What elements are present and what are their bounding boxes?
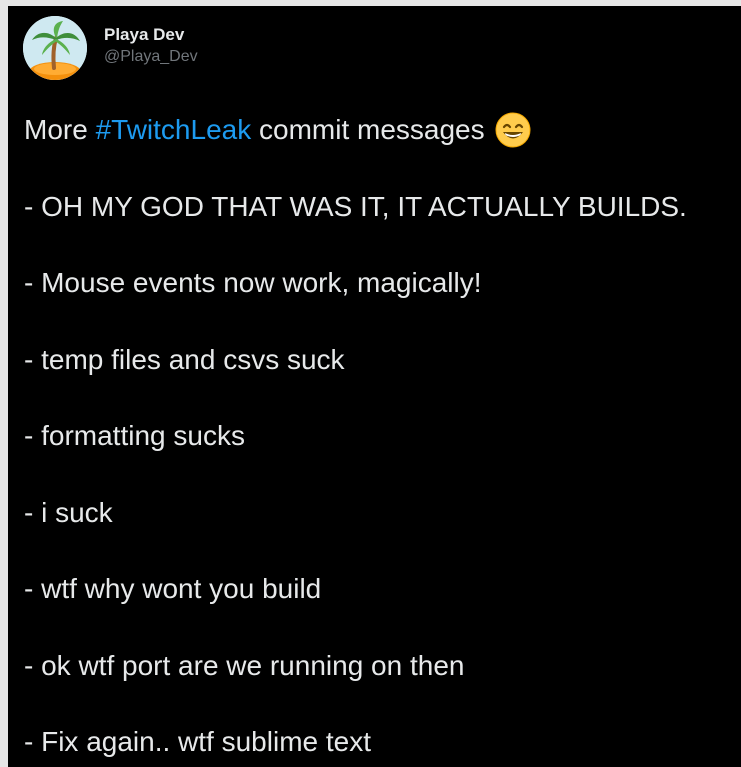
commit-line: - temp files and csvs suck [24,343,345,375]
commit-line: - Mouse events now work, magically! [24,267,482,298]
commit-line: - ok wtf port are we running on then [24,649,465,681]
commit-line: - Fix again.. wtf sublime text [24,726,372,757]
tweet-card: Playa Dev @Playa_Dev More #TwitchLeak co… [8,6,741,767]
tweet-intro-line: More #TwitchLeak commit messages [24,102,741,179]
grinning-face-with-smiling-eyes-icon [495,112,531,148]
intro-suffix: commit messages [259,114,485,145]
tweet-header: Playa Dev @Playa_Dev [23,15,198,81]
commit-line: - i suck [24,496,113,528]
intro-prefix: More [24,114,88,145]
commit-line: - OH MY GOD THAT WAS IT, IT ACTUALLY BUI… [24,190,687,222]
author-handle[interactable]: @Playa_Dev [104,46,198,68]
author-names: Playa Dev @Playa_Dev [104,24,198,68]
author-display-name[interactable]: Playa Dev [104,24,198,46]
palm-tree-island-icon [23,16,87,80]
avatar[interactable] [23,16,87,80]
hashtag-link[interactable]: #TwitchLeak [96,102,252,158]
commit-line: - wtf why wont you build [24,573,322,604]
tweet-text: More #TwitchLeak commit messages - OH MY… [24,102,741,767]
commit-line: - formatting sucks [24,420,245,451]
